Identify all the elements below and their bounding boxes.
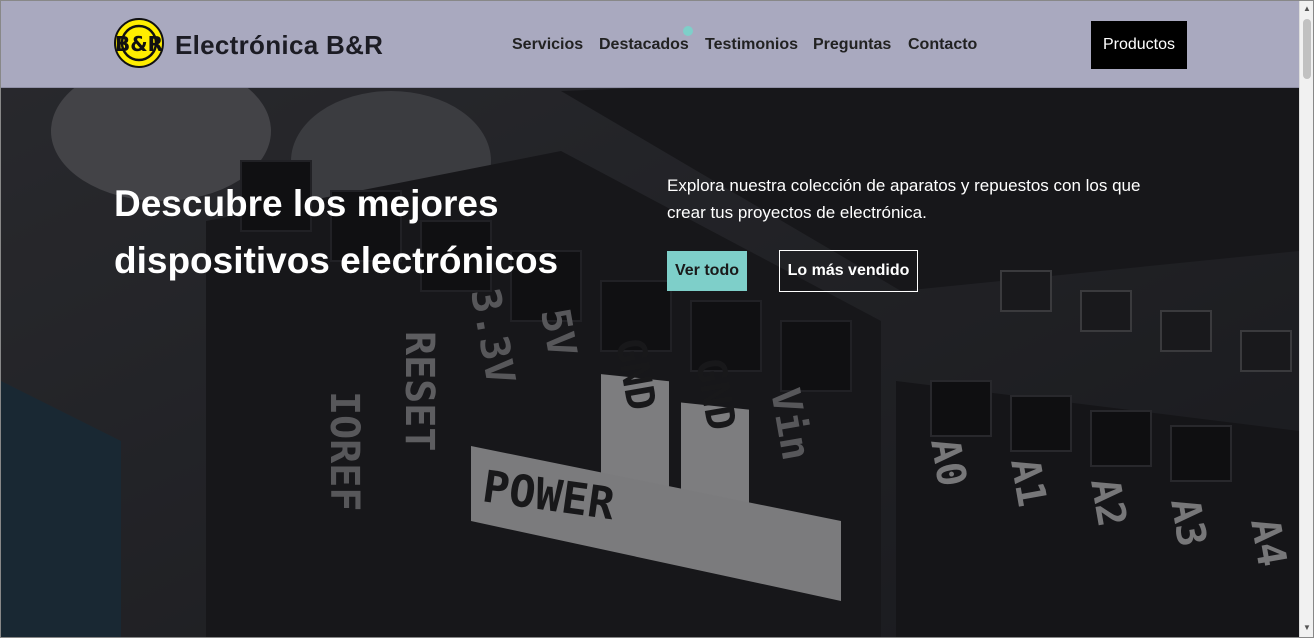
- products-button[interactable]: Productos: [1091, 21, 1187, 69]
- scrollbar-thumb[interactable]: [1303, 19, 1311, 79]
- logo-text: B&R: [116, 32, 162, 56]
- brand-logo[interactable]: B&R: [114, 18, 164, 68]
- nav-link-preguntas[interactable]: Preguntas: [813, 35, 891, 55]
- view-all-button[interactable]: Ver todo: [667, 251, 747, 291]
- hero-dark-overlay: [1, 1, 1299, 637]
- brand-name[interactable]: Electrónica B&R: [175, 29, 383, 61]
- hero-heading-line-2: dispositivos electrónicos: [114, 240, 559, 281]
- browser-viewport: IOREF RESET 3.3V 5V GND GND Vin POWER A0…: [0, 0, 1314, 638]
- nav-link-testimonios[interactable]: Testimonios: [705, 35, 798, 55]
- site-header: B&R Electrónica B&R Servicios Destacados…: [1, 1, 1299, 88]
- scroll-up-arrow-icon[interactable]: ▲: [1302, 4, 1312, 14]
- nav-link-contacto[interactable]: Contacto: [908, 35, 977, 55]
- active-indicator-dot: [683, 26, 693, 36]
- hero-description-line-2: crear tus proyectos de electrónica.: [667, 203, 927, 222]
- hero-heading: Descubre los mejores dispositivos electr…: [114, 175, 614, 289]
- hero-heading-line-1: Descubre los mejores: [114, 183, 499, 224]
- nav-link-destacados[interactable]: Destacados: [599, 35, 689, 55]
- page-scrollbar[interactable]: ▲ ▼: [1299, 1, 1313, 637]
- hero-description: Explora nuestra colección de aparatos y …: [667, 172, 1187, 226]
- scroll-down-arrow-icon[interactable]: ▼: [1302, 623, 1312, 633]
- best-sellers-button[interactable]: Lo más vendido: [779, 250, 918, 292]
- logo-icon: B&R: [116, 24, 162, 62]
- hero-description-line-1: Explora nuestra colección de aparatos y …: [667, 176, 1141, 195]
- nav-link-servicios[interactable]: Servicios: [512, 35, 583, 55]
- hero-section: IOREF RESET 3.3V 5V GND GND Vin POWER A0…: [1, 1, 1299, 637]
